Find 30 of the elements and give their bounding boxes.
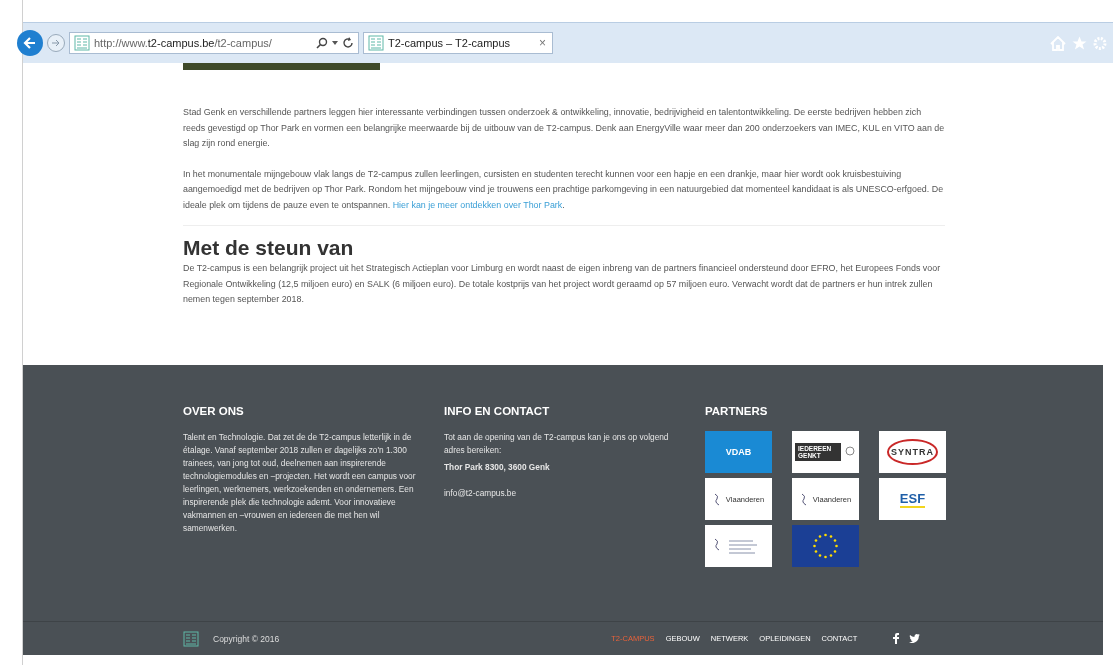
site-icon [368,35,384,51]
caret-icon[interactable] [332,41,338,45]
facebook-icon[interactable] [893,633,900,644]
refresh-icon[interactable] [342,37,354,49]
address-text: Thor Park 8300, 3600 Genk [444,461,551,474]
back-button[interactable] [17,30,43,56]
email-text: info@t2-campus.be [444,487,518,500]
partner-logo[interactable]: ESF [879,478,946,520]
twitter-icon[interactable] [909,634,921,643]
address-field[interactable]: http://www.t2-campus.be/t2-campus/ [69,32,359,54]
paragraph: De T2-campus is een belangrijk project uit het Strategisch Actieplan voor Limburg en wordt naast de eigen inbreng van de partners financieel ondersteund door EFRO, het Europees Fonds voor Regionale Ontwikkeling (12,5 miljoen euro) en SALK (6 miljoen euro). De totale kostprijs van het project wordt geraamd op 57 miljoen euro. Verwacht wordt dat de partners er hun intrek zullen nemen tegen september 2018. [183,262,942,306]
site-logo-icon [183,630,199,647]
about-text: Talent en Technologie. Dat zet de de T2-campus letterlijk in de étalage. Vanaf september 2018 zullen er dagelijks zo'n 1.300 trainees, van jong tot oud, deelnemen aan inspirerende technologiemodules en –projecten. Het wordt een campus voor leerlingen, werknemers, werkzoekenden en ondernemers. Een inspirerende plek die technologie ademt. Voor innovatieve vakmannen en –vrouwen en iedereen die met hen wil samenwerken. [183,431,417,535]
contact-text: Tot aan de opening van de T2-campus kan je ons op volgend adres bereiken: [444,431,670,457]
partner-logo[interactable]: SYNTRA [879,431,946,473]
footer-heading: PARTNERS [705,405,769,417]
paragraph: In het monumentale mijngebouw vlak langs de T2-campus zullen leerlingen, cursisten en studenten terecht kunnen voor een hapje en een drankje, maar hier wordt ook kruisbestuiving aangemoedigd met de bedrijven op Thor Park. Rondom het mijngebouw vind je trouwens een prachtige parkomgeving in een natuurgebied dat momenteel kandidaat is als UNESCO-erfgoed. De ideale plek om tijdens de pauze even te ontspannen. Hier kan je meer ontdekken over Thor Park. [183,167,945,212]
paragraph: Stad Genk en verschillende partners leggen hier interessante verbindingen tussen onderzoek & ontwikkeling, innovatie, bedrijvigheid en talentontwikkeling. De eerste bedrijven hebben zich reeds gevestigd op Thor Park en vormen een belangrijke meerwaarde bij de uitbouw van de T2-campus. Denk aan EnergyVille waar meer dan 200 onderzoekers van IMEC, KUL en VITO aan de slag zijn rond energie. [183,106,945,150]
footer-heading: INFO EN CONTACT [444,405,551,417]
back-arrow-icon [23,36,37,50]
browser-tab[interactable]: T2-campus – T2-campus × [363,32,553,54]
partner-logo[interactable]: VDAB [705,431,772,473]
copyright-text: Copyright © 2016 [213,633,280,644]
section-heading: Met de steun van [183,236,355,260]
search-icon[interactable] [316,37,328,49]
footer-heading: OVER ONS [183,405,245,417]
eu-flag-logo[interactable] [792,525,859,567]
site-icon [74,35,90,51]
forward-arrow-icon [51,38,61,48]
star-icon[interactable] [1072,35,1087,51]
